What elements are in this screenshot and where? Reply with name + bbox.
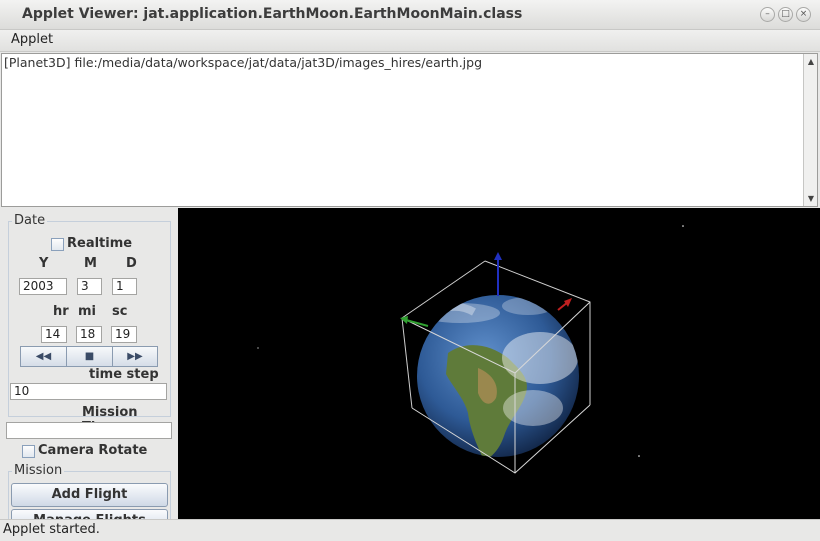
camera-rotate-label: Camera Rotate (38, 443, 148, 458)
minute-label: mi (78, 304, 97, 319)
rewind-icon: ◀◀ (35, 351, 52, 362)
month-field[interactable]: 3 (77, 278, 102, 295)
scene-graphic (257, 225, 684, 474)
status-bar: Applet started. (0, 519, 820, 541)
control-panel: Date Realtime Y M D 2003 3 1 hr mi sc 14… (0, 208, 177, 519)
realtime-checkbox[interactable] (51, 238, 64, 251)
play-icon: ▶▶ (127, 351, 143, 362)
earth-globe (417, 295, 579, 457)
manage-flights-button[interactable]: Manage Flights (11, 509, 168, 519)
date-group-label: Date (12, 213, 48, 228)
hour-label: hr (53, 304, 69, 319)
year-field[interactable]: 2003 (19, 278, 67, 295)
menu-applet[interactable]: Applet (11, 32, 53, 47)
hour-field[interactable]: 14 (41, 326, 67, 343)
console-output[interactable]: [Planet3D] file:/media/data/workspace/ja… (1, 53, 818, 207)
console-line: [Planet3D] file:/media/data/workspace/ja… (4, 55, 483, 70)
rewind-button[interactable]: ◀◀ (20, 346, 67, 367)
close-button[interactable]: × (796, 7, 811, 22)
mission-time-field[interactable] (6, 422, 172, 439)
maximize-button[interactable]: □ (778, 7, 793, 22)
window-title: Applet Viewer: jat.application.EarthMoon… (22, 6, 523, 22)
day-field[interactable]: 1 (112, 278, 137, 295)
stop-icon: ■ (84, 351, 95, 362)
day-label: D (126, 256, 137, 271)
year-label: Y (39, 256, 49, 271)
add-flight-button[interactable]: Add Flight (11, 483, 168, 507)
title-bar: Applet Viewer: jat.application.EarthMoon… (0, 0, 820, 30)
month-label: M (84, 256, 97, 271)
menu-bar: Applet (0, 30, 820, 52)
camera-rotate-checkbox[interactable] (22, 445, 35, 458)
mission-group-label: Mission (12, 463, 65, 478)
scroll-up-icon[interactable]: ▲ (805, 56, 817, 68)
stop-button[interactable]: ■ (66, 346, 113, 367)
second-label: sc (112, 304, 128, 319)
minimize-button[interactable]: – (760, 7, 775, 22)
minute-field[interactable]: 18 (76, 326, 102, 343)
time-step-label: time step (89, 367, 159, 382)
status-text: Applet started. (3, 522, 100, 537)
second-field[interactable]: 19 (111, 326, 137, 343)
play-button[interactable]: ▶▶ (112, 346, 158, 367)
console-scrollbar[interactable]: ▲ ▼ (803, 54, 817, 206)
scroll-down-icon[interactable]: ▼ (805, 193, 817, 205)
time-step-field[interactable]: 10 (10, 383, 167, 400)
earth-3d-viewport[interactable] (178, 208, 820, 519)
realtime-label: Realtime (67, 236, 133, 251)
